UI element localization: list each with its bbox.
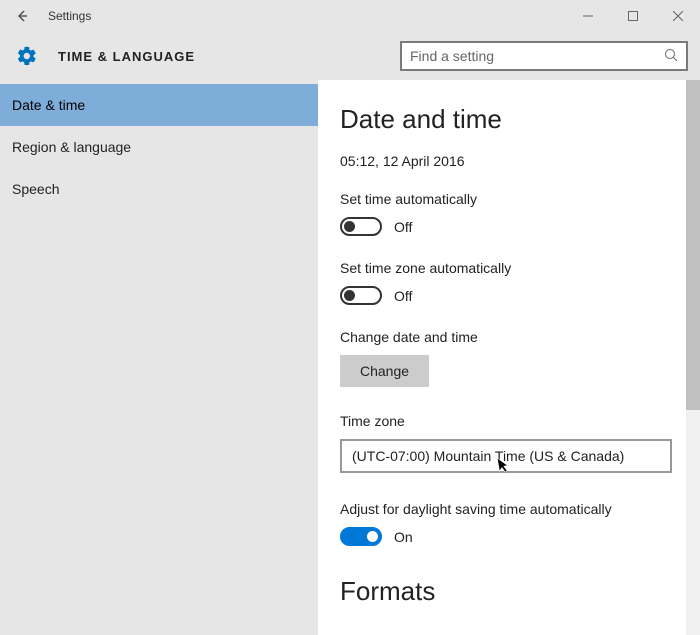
maximize-button[interactable]	[610, 0, 655, 32]
sidebar-item-label: Speech	[12, 181, 59, 197]
titlebar: Settings	[0, 0, 700, 32]
set-tz-auto-state: Off	[394, 288, 412, 304]
timezone-value: (UTC-07:00) Mountain Time (US & Canada)	[352, 448, 624, 464]
sidebar-item-label: Region & language	[12, 139, 131, 155]
minimize-icon	[583, 11, 593, 21]
timezone-label: Time zone	[340, 413, 700, 429]
header: TIME & LANGUAGE	[0, 32, 700, 80]
sidebar-item-label: Date & time	[12, 97, 85, 113]
timezone-dropdown[interactable]: (UTC-07:00) Mountain Time (US & Canada)	[340, 439, 672, 473]
formats-title: Formats	[340, 576, 700, 607]
back-arrow-icon	[15, 9, 29, 23]
sidebar-item-speech[interactable]: Speech	[0, 168, 318, 210]
gear-icon	[16, 45, 38, 67]
dst-toggle[interactable]	[340, 527, 382, 546]
close-button[interactable]	[655, 0, 700, 32]
maximize-icon	[628, 11, 638, 21]
minimize-button[interactable]	[565, 0, 610, 32]
sidebar-item-region-language[interactable]: Region & language	[0, 126, 318, 168]
set-time-auto-toggle[interactable]	[340, 217, 382, 236]
set-time-auto-label: Set time automatically	[340, 191, 700, 207]
close-icon	[673, 11, 683, 21]
scrollbar-thumb[interactable]	[686, 80, 700, 410]
search-box[interactable]	[400, 41, 688, 71]
set-tz-auto-label: Set time zone automatically	[340, 260, 700, 276]
sidebar-item-date-time[interactable]: Date & time	[0, 84, 318, 126]
change-dt-label: Change date and time	[340, 329, 700, 345]
window-title: Settings	[48, 9, 91, 23]
search-input[interactable]	[410, 48, 664, 64]
content-pane: Date and time 05:12, 12 April 2016 Set t…	[318, 80, 700, 635]
sidebar: Date & time Region & language Speech	[0, 80, 318, 635]
scrollbar-track[interactable]	[686, 80, 700, 635]
search-icon	[664, 48, 678, 65]
set-time-auto-state: Off	[394, 219, 412, 235]
dst-state: On	[394, 529, 413, 545]
back-button[interactable]	[8, 2, 36, 30]
change-button[interactable]: Change	[340, 355, 429, 387]
dst-label: Adjust for daylight saving time automati…	[340, 501, 700, 517]
current-datetime: 05:12, 12 April 2016	[340, 153, 700, 169]
set-tz-auto-toggle[interactable]	[340, 286, 382, 305]
page-title: TIME & LANGUAGE	[58, 49, 195, 64]
content-title: Date and time	[340, 104, 700, 135]
